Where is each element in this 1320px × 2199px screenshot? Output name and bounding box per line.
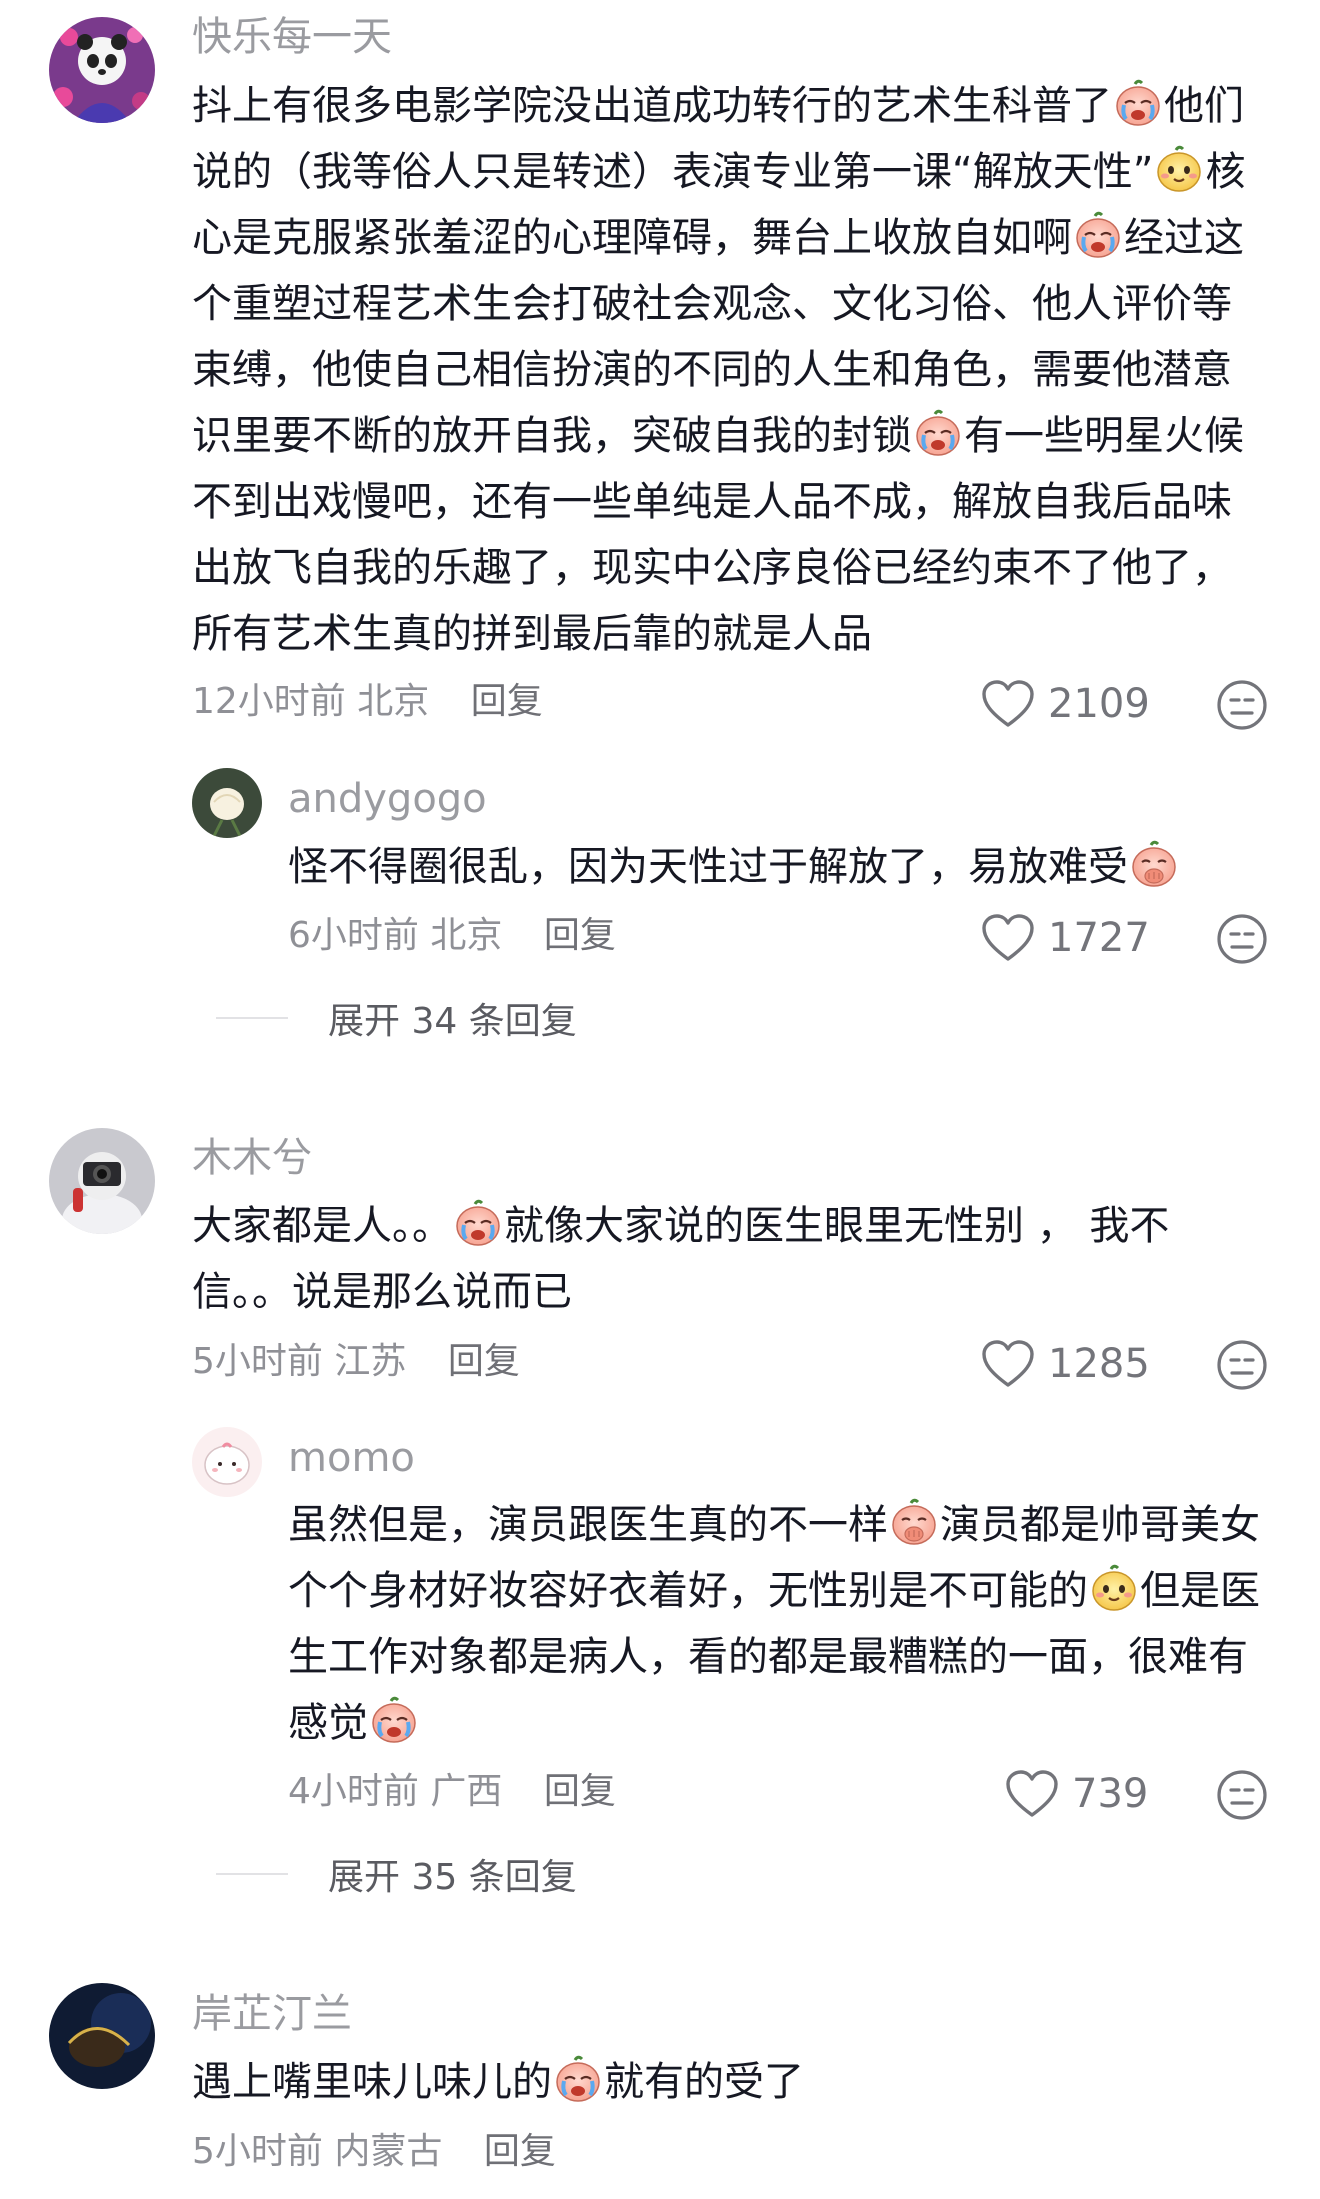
username[interactable]: momo xyxy=(288,1433,415,1483)
comment-meta: 5小时前 内蒙古 回复 xyxy=(192,2128,556,2176)
comment-meta: 5小时前 江苏 回复 xyxy=(192,1338,520,1386)
smirk-emoji-icon xyxy=(1154,144,1204,194)
timestamp: 4小时前 xyxy=(288,1771,419,1812)
avatar[interactable] xyxy=(49,1983,155,2089)
crying-emoji-icon xyxy=(913,408,963,458)
location: 北京 xyxy=(357,681,430,722)
expand-replies-label: 展开 34 条回复 xyxy=(328,1001,577,1042)
like-count: 2109 xyxy=(1048,681,1150,727)
heart-icon xyxy=(980,912,1036,964)
avatar[interactable] xyxy=(49,17,155,123)
reply-button[interactable]: 回复 xyxy=(448,1341,520,1382)
avatar[interactable] xyxy=(49,1128,155,1234)
reply-avatar[interactable] xyxy=(192,768,262,838)
location: 广西 xyxy=(430,1771,503,1812)
expand-replies-button[interactable]: 展开 34 条回复 xyxy=(216,992,577,1044)
covering-mouth-emoji-icon xyxy=(1129,839,1179,889)
timestamp: 5小时前 xyxy=(192,1341,323,1382)
comment-text-segment: 抖上有很多电影学院没出道成功转行的艺术生科普了 xyxy=(192,83,1112,129)
like-count: 1727 xyxy=(1048,915,1150,961)
location: 江苏 xyxy=(334,1341,407,1382)
reply-button[interactable]: 回复 xyxy=(471,681,543,722)
location: 北京 xyxy=(430,915,503,956)
like-button[interactable]: 739 xyxy=(1004,1766,1148,1822)
comment-text-segment: 怪不得圈很乱，因为天性过于解放了，易放难受 xyxy=(288,844,1128,890)
comment-text: 怪不得圈很乱，因为天性过于解放了，易放难受 xyxy=(288,834,1268,900)
like-button[interactable]: 1727 xyxy=(980,910,1150,966)
dislike-face-icon[interactable] xyxy=(1215,1768,1269,1822)
comment-text: 遇上嘴里味儿味儿的 就有的受了 xyxy=(192,2049,1242,2115)
comment-meta: 12小时前 北京 回复 xyxy=(192,678,543,726)
timestamp: 6小时前 xyxy=(288,915,419,956)
timestamp: 5小时前 xyxy=(192,2131,323,2172)
dislike-face-icon[interactable] xyxy=(1215,1338,1269,1392)
username[interactable]: andygogo xyxy=(288,774,487,824)
heart-icon xyxy=(980,1338,1036,1390)
divider-line xyxy=(216,1017,288,1019)
reply-button[interactable]: 回复 xyxy=(484,2131,556,2172)
smirk-emoji-icon xyxy=(1089,1563,1139,1613)
divider-line xyxy=(216,1873,288,1875)
expand-replies-label: 展开 35 条回复 xyxy=(328,1857,577,1898)
username[interactable]: 木木兮 xyxy=(192,1133,312,1183)
comment-text-segment: 就有的受了 xyxy=(604,2059,804,2105)
reply-button[interactable]: 回复 xyxy=(544,915,616,956)
covering-mouth-emoji-icon xyxy=(889,1497,939,1547)
like-button[interactable]: 1285 xyxy=(980,1336,1150,1392)
expand-replies-button[interactable]: 展开 35 条回复 xyxy=(216,1848,577,1900)
comment-meta: 4小时前 广西 回复 xyxy=(288,1768,616,1816)
like-count: 1285 xyxy=(1048,1341,1150,1387)
comment-text: 抖上有很多电影学院没出道成功转行的艺术生科普了 他们说的（我等俗人只是转述）表演专… xyxy=(192,73,1267,667)
username[interactable]: 岸芷汀兰 xyxy=(192,1989,352,2039)
timestamp: 12小时前 xyxy=(192,681,346,722)
crying-emoji-icon xyxy=(1073,210,1123,260)
comment-text-segment: 遇上嘴里味儿味儿的 xyxy=(192,2059,552,2105)
comment-text-segment: 虽然但是，演员跟医生真的不一样 xyxy=(288,1502,888,1548)
like-count: 739 xyxy=(1072,1771,1149,1817)
reply-avatar[interactable] xyxy=(192,1427,262,1497)
dislike-face-icon[interactable] xyxy=(1215,912,1269,966)
crying-emoji-icon xyxy=(1113,78,1163,128)
crying-emoji-icon xyxy=(453,1198,503,1248)
comment-text: 大家都是人。。 就像大家说的医生眼里无性别 ， 我不信。。说是那么说而已 xyxy=(192,1193,1242,1325)
comment-meta: 6小时前 北京 回复 xyxy=(288,912,616,960)
heart-icon xyxy=(980,678,1036,730)
location: 内蒙古 xyxy=(334,2131,443,2172)
like-button[interactable]: 2109 xyxy=(980,676,1150,732)
crying-emoji-icon xyxy=(553,2054,603,2104)
crying-emoji-icon xyxy=(369,1695,419,1745)
username[interactable]: 快乐每一天 xyxy=(192,12,392,62)
comment-text: 虽然但是，演员跟医生真的不一样 演员都是帅哥美女个个身材好妆容好衣着好，无性别是不… xyxy=(288,1492,1273,1756)
reply-button[interactable]: 回复 xyxy=(544,1771,616,1812)
dislike-face-icon[interactable] xyxy=(1215,678,1269,732)
comment-text-segment: 大家都是人。。 xyxy=(192,1203,452,1249)
heart-icon xyxy=(1004,1768,1060,1820)
